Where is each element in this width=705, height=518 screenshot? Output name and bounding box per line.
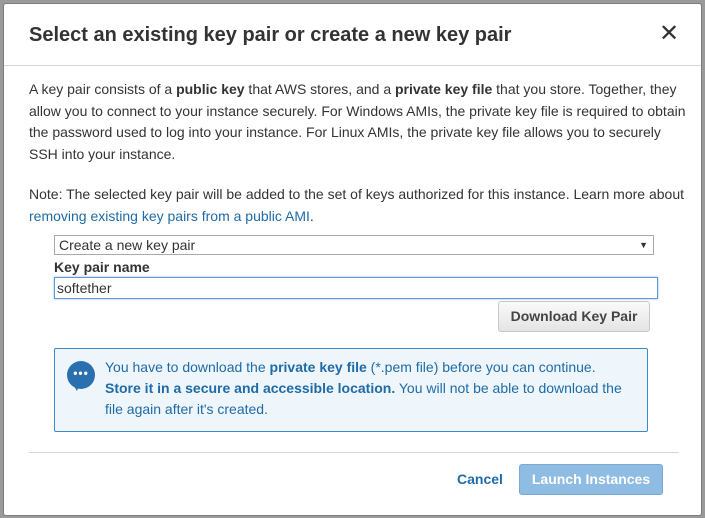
remove-key-pairs-link[interactable]: removing existing key pairs from a publi…	[29, 208, 310, 224]
chat-bubble-icon: •••	[67, 361, 95, 391]
intro-paragraph: A key pair consists of a public key that…	[29, 81, 686, 162]
key-pair-name-input[interactable]	[54, 277, 658, 299]
key-pair-dialog: Select an existing key pair or create a …	[3, 3, 702, 516]
dialog-header: Select an existing key pair or create a …	[4, 4, 701, 66]
key-pair-select-value: Create a new key pair	[59, 237, 196, 253]
note-paragraph: Note: The selected key pair will be adde…	[29, 186, 685, 224]
key-pair-select[interactable]: Create a new key pair ▼	[54, 235, 654, 255]
close-icon[interactable]: ✕	[657, 22, 681, 46]
info-text: You have to download the private key fil…	[105, 359, 622, 417]
info-alert: ••• You have to download the private key…	[54, 348, 648, 432]
footer-divider	[29, 452, 679, 453]
launch-instances-button[interactable]: Launch Instances	[519, 464, 663, 495]
cancel-button[interactable]: Cancel	[457, 471, 503, 487]
key-pair-name-label: Key pair name	[54, 259, 150, 275]
download-key-pair-button[interactable]: Download Key Pair	[498, 301, 650, 332]
dropdown-arrow-icon: ▼	[639, 240, 648, 250]
dialog-title: Select an existing key pair or create a …	[29, 24, 512, 46]
